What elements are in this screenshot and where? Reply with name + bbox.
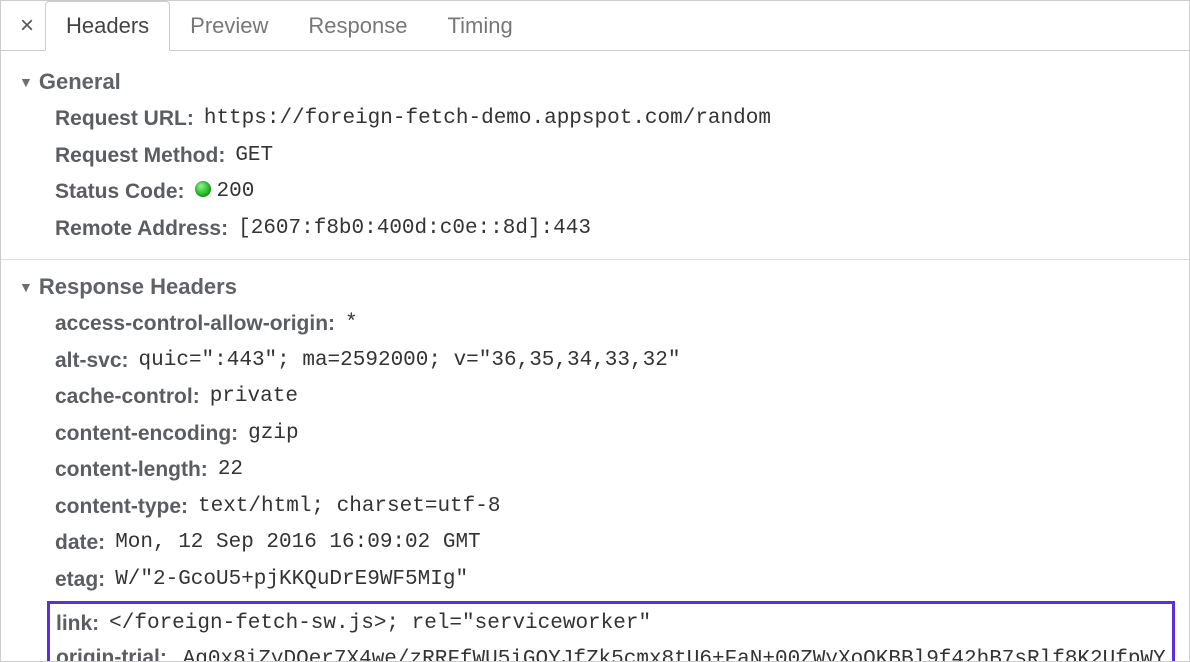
label-acao: access-control-allow-origin:: [55, 308, 335, 341]
label-origin-trial: origin-trial:: [56, 646, 167, 661]
label-alt-svc: alt-svc:: [55, 345, 129, 378]
value-acao: *: [345, 308, 358, 341]
chevron-down-icon: ▼: [19, 74, 33, 90]
label-link: link:: [56, 608, 99, 641]
row-content-type: content-type: text/html; charset=utf-8: [1, 489, 1189, 526]
label-cache-control: cache-control:: [55, 381, 200, 414]
value-content-type: text/html; charset=utf-8: [198, 491, 500, 524]
value-content-encoding: gzip: [248, 418, 298, 451]
label-request-method: Request Method:: [55, 140, 225, 173]
section-toggle-response-headers[interactable]: ▼ Response Headers: [1, 264, 1189, 306]
row-alt-svc: alt-svc: quic=":443"; ma=2592000; v="36,…: [1, 343, 1189, 380]
value-alt-svc: quic=":443"; ma=2592000; v="36,35,34,33,…: [139, 345, 681, 378]
value-date: Mon, 12 Sep 2016 16:09:02 GMT: [115, 527, 480, 560]
section-divider: [1, 259, 1189, 260]
chevron-down-icon: ▼: [19, 279, 33, 295]
label-etag: etag:: [55, 564, 105, 597]
value-request-method: GET: [235, 140, 273, 173]
section-title-general: General: [39, 69, 121, 95]
tab-timing[interactable]: Timing: [427, 1, 532, 51]
label-content-length: content-length:: [55, 454, 208, 487]
row-content-encoding: content-encoding: gzip: [1, 416, 1189, 453]
row-status-code: Status Code: 200: [1, 174, 1189, 211]
label-content-encoding: content-encoding:: [55, 418, 238, 451]
value-request-url: https://foreign-fetch-demo.appspot.com/r…: [204, 103, 771, 136]
highlighted-headers: link: </foreign-fetch-sw.js>; rel="servi…: [47, 601, 1175, 661]
headers-content: ▼ General Request URL: https://foreign-f…: [1, 51, 1189, 661]
value-etag: W/"2-GcoU5+pjKKQuDrE9WF5MIg": [115, 564, 468, 597]
value-remote-address: [2607:f8b0:400d:c0e::8d]:443: [238, 213, 591, 246]
value-cache-control: private: [210, 381, 298, 414]
section-general-body: Request URL: https://foreign-fetch-demo.…: [1, 101, 1189, 255]
row-request-url: Request URL: https://foreign-fetch-demo.…: [1, 101, 1189, 138]
label-remote-address: Remote Address:: [55, 213, 228, 246]
tab-response[interactable]: Response: [288, 1, 427, 51]
status-dot-ok-icon: [195, 181, 211, 197]
row-remote-address: Remote Address: [2607:f8b0:400d:c0e::8d]…: [1, 211, 1189, 248]
value-link: </foreign-fetch-sw.js>; rel="servicework…: [109, 608, 651, 641]
section-toggle-general[interactable]: ▼ General: [1, 59, 1189, 101]
network-detail-panel: × Headers Preview Response Timing ▼ Gene…: [0, 0, 1190, 662]
row-content-length: content-length: 22: [1, 452, 1189, 489]
status-code-text: 200: [217, 180, 255, 203]
close-icon[interactable]: ×: [9, 1, 45, 51]
row-cache-control: cache-control: private: [1, 379, 1189, 416]
label-date: date:: [55, 527, 105, 560]
value-status-code: 200: [195, 176, 255, 209]
value-origin-trial: Ag0x8iZyDOer7X4we/zRRFfWU5iGOYJfZk5cmx8t…: [56, 648, 1166, 661]
label-status-code: Status Code:: [55, 176, 185, 209]
tab-headers[interactable]: Headers: [45, 1, 170, 51]
label-content-type: content-type:: [55, 491, 188, 524]
label-request-url: Request URL:: [55, 103, 194, 136]
tabs-bar: × Headers Preview Response Timing: [1, 1, 1189, 51]
row-origin-trial: origin-trial: Ag0x8iZyDOer7X4we/zRRFfWU5…: [56, 642, 1166, 661]
row-request-method: Request Method: GET: [1, 138, 1189, 175]
section-title-response-headers: Response Headers: [39, 274, 237, 300]
row-link: link: </foreign-fetch-sw.js>; rel="servi…: [56, 606, 1166, 643]
row-etag: etag: W/"2-GcoU5+pjKKQuDrE9WF5MIg": [1, 562, 1189, 599]
row-acao: access-control-allow-origin: *: [1, 306, 1189, 343]
section-response-headers-body: access-control-allow-origin: * alt-svc: …: [1, 306, 1189, 661]
value-content-length: 22: [218, 454, 243, 487]
row-date: date: Mon, 12 Sep 2016 16:09:02 GMT: [1, 525, 1189, 562]
tab-preview[interactable]: Preview: [170, 1, 288, 51]
